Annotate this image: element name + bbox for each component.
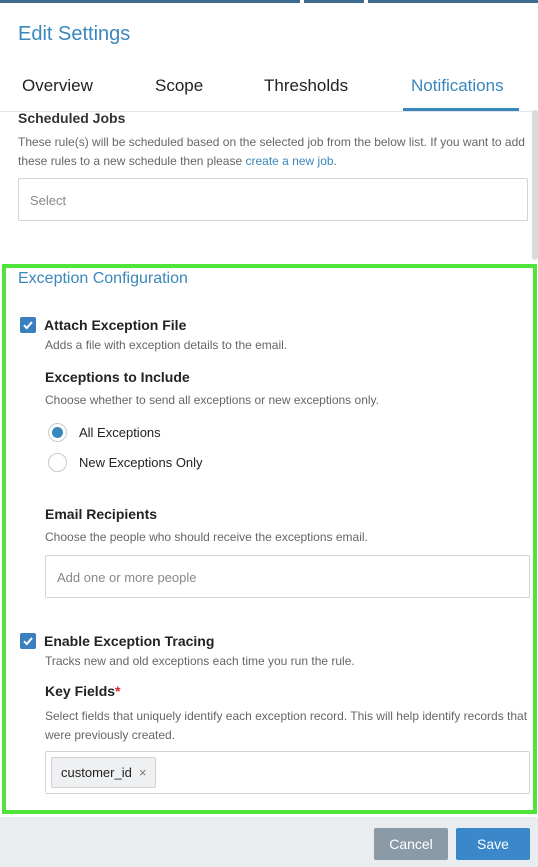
required-marker: *: [115, 683, 121, 699]
top-accent-bar: [0, 0, 538, 3]
radio-new-exceptions[interactable]: [48, 453, 67, 472]
attach-exception-description: Adds a file with exception details to th…: [45, 338, 288, 352]
email-recipients-placeholder: Add one or more people: [57, 570, 197, 585]
radio-all-exceptions[interactable]: [48, 423, 67, 442]
enable-tracing-description: Tracks new and old exceptions each time …: [45, 654, 355, 668]
select-placeholder: Select: [30, 193, 67, 208]
tab-bar: Overview Scope Thresholds Notifications: [0, 70, 538, 112]
scheduled-job-select[interactable]: Select: [18, 178, 528, 221]
save-button[interactable]: Save: [456, 828, 530, 860]
tab-scope[interactable]: Scope: [155, 76, 203, 96]
key-field-tag: customer_id ×: [51, 757, 157, 788]
enable-tracing-checkbox[interactable]: [20, 633, 36, 649]
tab-thresholds[interactable]: Thresholds: [264, 76, 348, 96]
radio-new-exceptions-label: New Exceptions Only: [79, 455, 203, 470]
exceptions-include-title: Exceptions to Include: [45, 369, 190, 385]
scheduled-jobs-title: Scheduled Jobs: [18, 110, 126, 126]
email-recipients-title: Email Recipients: [45, 506, 158, 522]
dialog-title: Edit Settings: [18, 23, 131, 45]
email-recipients-description: Choose the people who should receive the…: [45, 530, 368, 544]
exceptions-include-description: Choose whether to send all exceptions or…: [45, 393, 379, 407]
check-icon: [23, 637, 33, 646]
key-field-tag-label: customer_id: [61, 765, 132, 780]
create-new-job-link[interactable]: create a new job: [245, 154, 333, 168]
key-fields-title: Key Fields*: [45, 683, 121, 699]
check-icon: [23, 321, 33, 330]
enable-tracing-label: Enable Exception Tracing: [44, 633, 215, 649]
radio-all-exceptions-label: All Exceptions: [79, 425, 161, 440]
cancel-button[interactable]: Cancel: [374, 828, 448, 860]
attach-exception-label: Attach Exception File: [44, 317, 187, 333]
active-tab-indicator: [403, 108, 519, 111]
scrollbar[interactable]: [532, 110, 538, 260]
key-fields-description: Select fields that uniquely identify eac…: [45, 709, 528, 742]
email-recipients-input[interactable]: Add one or more people: [45, 555, 530, 598]
scheduled-jobs-description: These rule(s) will be scheduled based on…: [18, 135, 525, 168]
key-fields-input[interactable]: customer_id ×: [45, 751, 530, 794]
tab-notifications[interactable]: Notifications: [411, 76, 504, 96]
attach-exception-checkbox[interactable]: [20, 317, 36, 333]
remove-tag-icon[interactable]: ×: [139, 765, 147, 780]
exception-config-title: Exception Configuration: [18, 270, 188, 287]
tab-overview[interactable]: Overview: [22, 76, 93, 96]
